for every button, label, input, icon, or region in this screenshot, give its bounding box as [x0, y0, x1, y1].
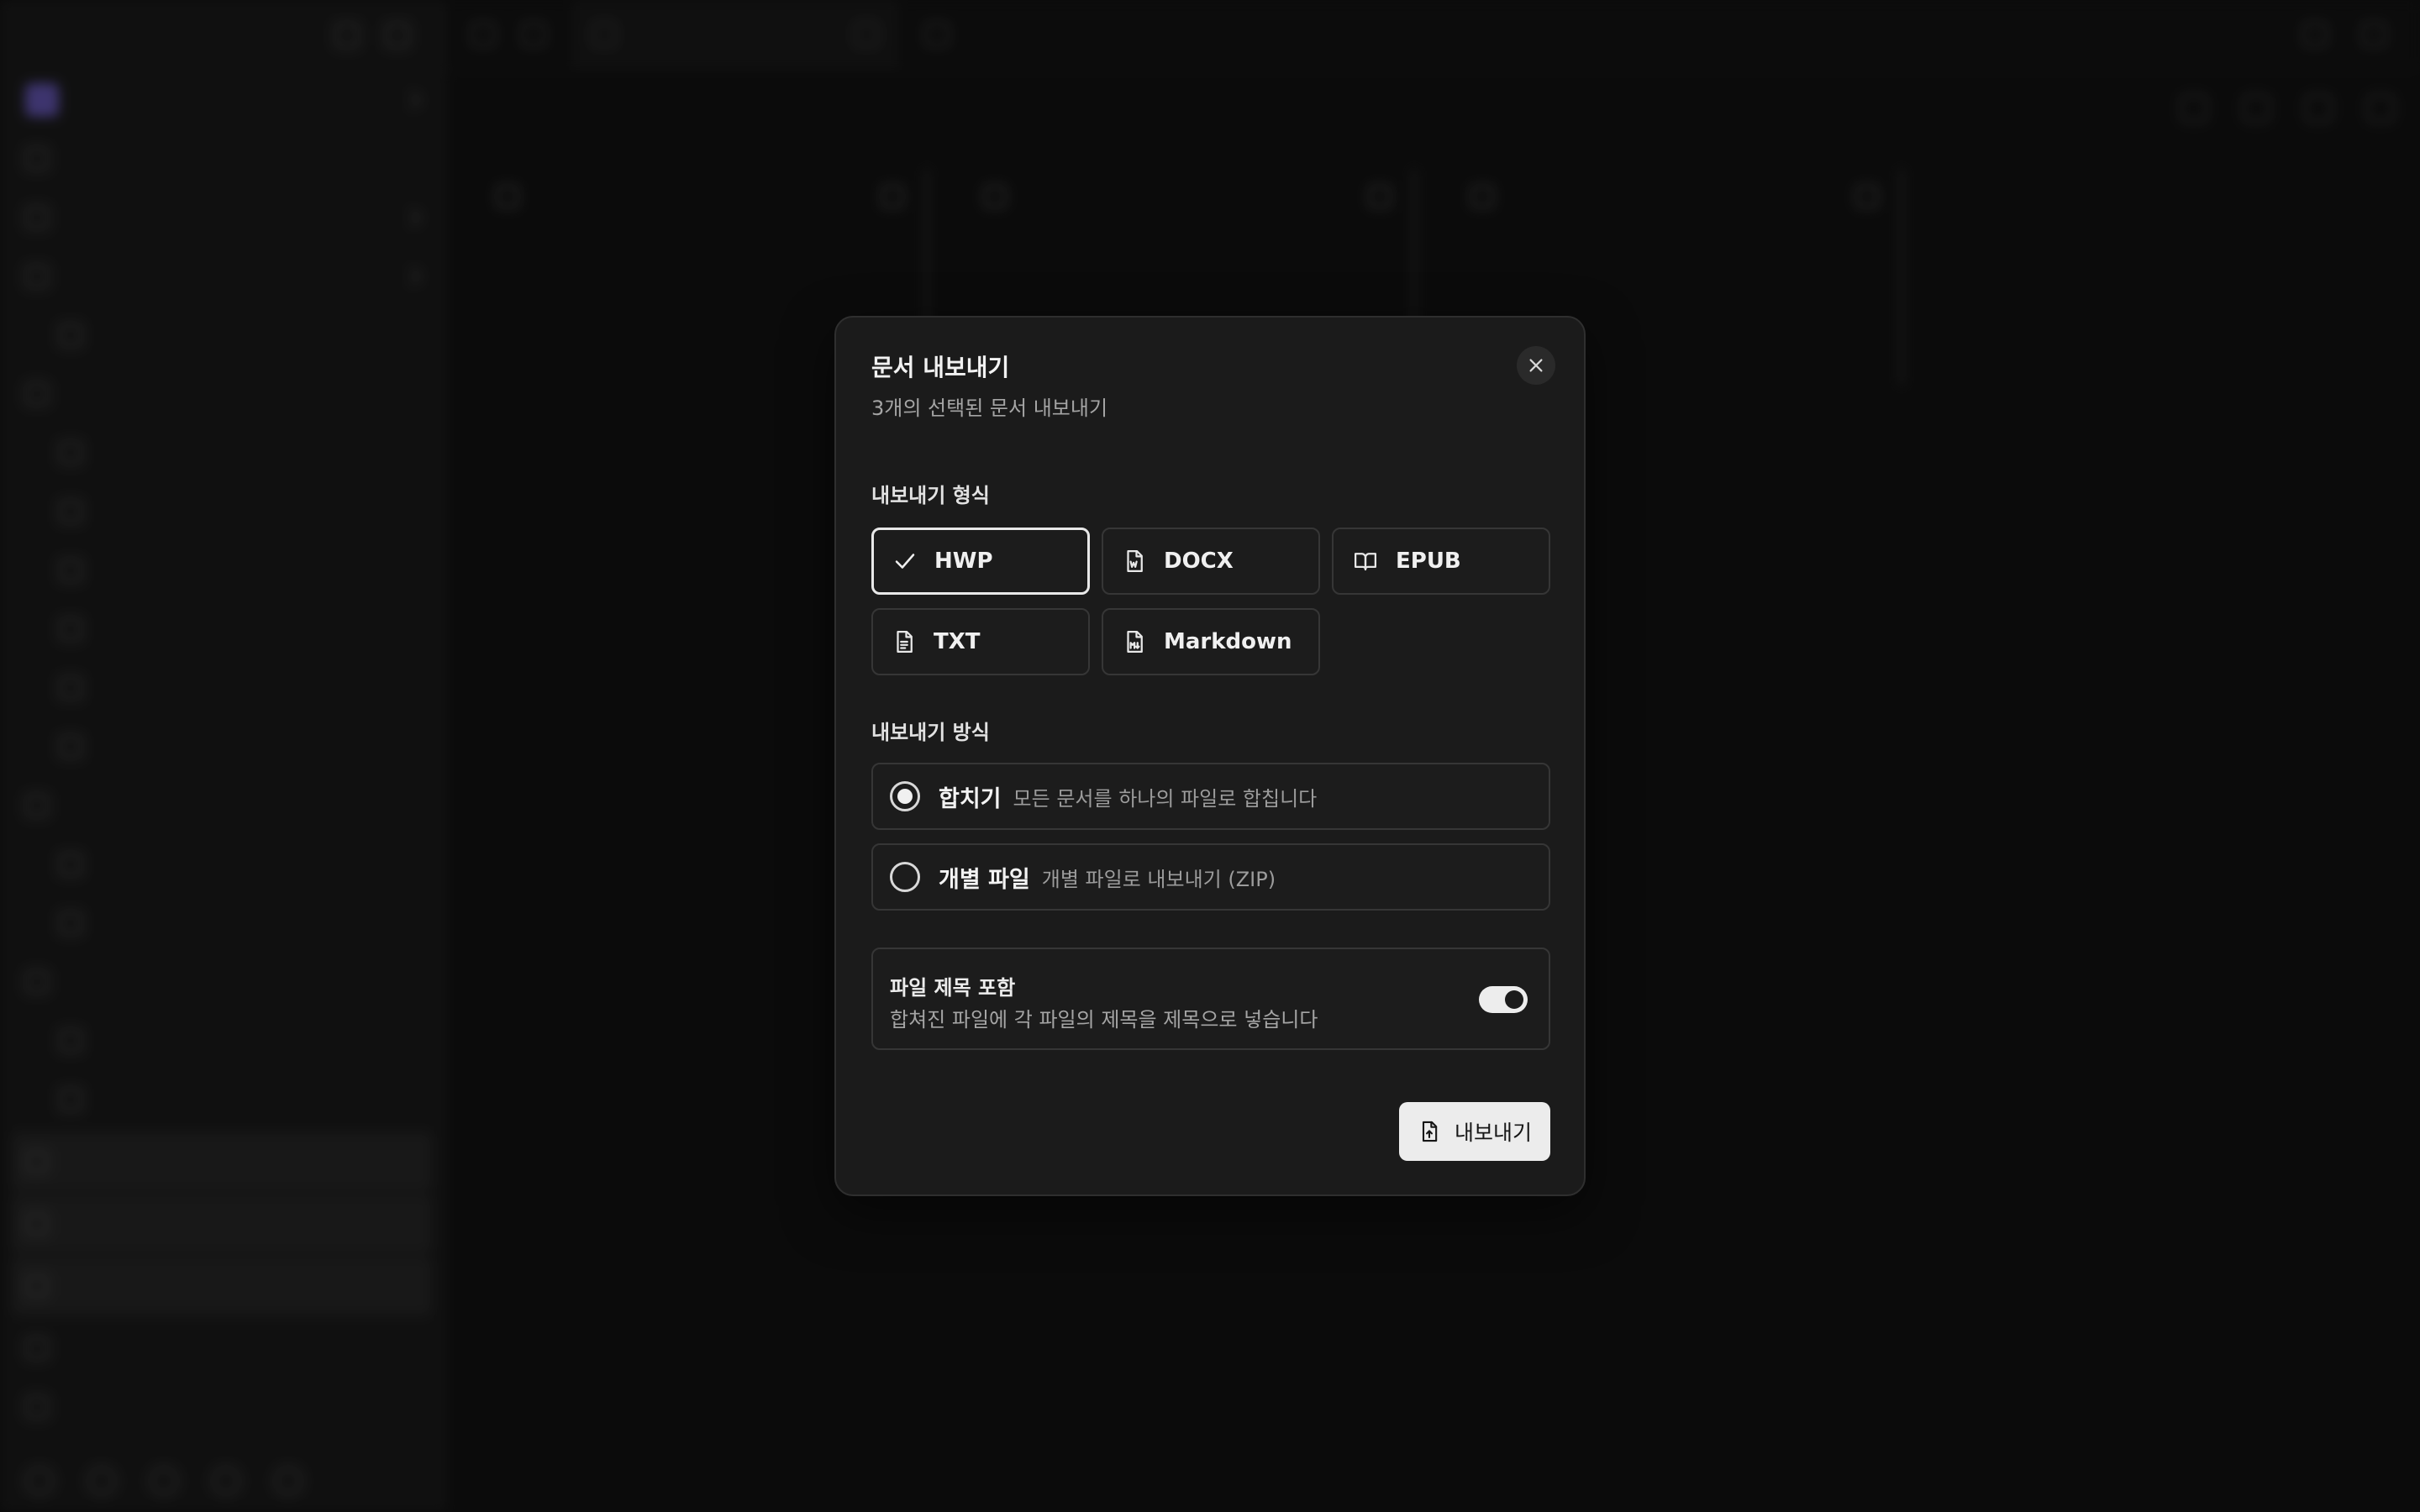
- radio-dot: [897, 789, 913, 804]
- format-option-label: EPUB: [1396, 549, 1461, 574]
- radio-unselected[interactable]: [890, 862, 920, 892]
- method-option-hint: 개별 파일로 내보내기 (ZIP): [1041, 867, 1276, 891]
- file-export-icon: [1422, 1121, 1438, 1142]
- toggle-knob: [1505, 990, 1523, 1009]
- close-button[interactable]: [1517, 346, 1555, 385]
- format-option-hwp[interactable]: HWP: [871, 528, 1090, 595]
- format-option-txt[interactable]: TXT: [871, 608, 1090, 675]
- export-dialog: 문서 내보내기 3개의 선택된 문서 내보내기 내보내기 형식 HWP DOCX…: [834, 316, 1586, 1196]
- format-option-label: HWP: [934, 549, 993, 574]
- format-option-docx[interactable]: DOCX: [1102, 528, 1320, 595]
- method-section-label: 내보내기 방식: [871, 721, 990, 744]
- include-title-description: 합쳐진 파일에 각 파일의 제목을 제목으로 넣습니다: [890, 1008, 1318, 1032]
- include-title-toggle[interactable]: [1479, 986, 1528, 1013]
- method-option-hint: 모든 문서를 하나의 파일로 합칩니다: [1013, 786, 1318, 811]
- include-title-option: 파일 제목 포함 합쳐진 파일에 각 파일의 제목을 제목으로 넣습니다: [871, 948, 1550, 1050]
- close-icon: [1529, 359, 1543, 372]
- method-option-label: 개별 파일: [939, 866, 1030, 893]
- text-file-icon: [897, 631, 913, 653]
- book-open-icon: [1355, 553, 1376, 571]
- method-option-merge[interactable]: 합치기 모든 문서를 하나의 파일로 합칩니다: [871, 763, 1550, 830]
- export-button[interactable]: 내보내기: [1399, 1102, 1550, 1161]
- format-option-label: Markdown: [1164, 629, 1292, 654]
- radio-selected[interactable]: [890, 781, 920, 811]
- format-option-label: DOCX: [1164, 549, 1234, 574]
- format-option-label: TXT: [934, 629, 981, 654]
- method-option-individual[interactable]: 개별 파일 개별 파일로 내보내기 (ZIP): [871, 843, 1550, 911]
- include-title-label: 파일 제목 포함: [890, 976, 1016, 1000]
- markdown-file-icon: [1127, 631, 1143, 653]
- check-icon: [895, 554, 915, 569]
- format-section-label: 내보내기 형식: [871, 484, 990, 507]
- format-option-markdown[interactable]: Markdown: [1102, 608, 1320, 675]
- word-file-icon: [1127, 550, 1143, 572]
- export-button-label: 내보내기: [1454, 1121, 1532, 1145]
- method-option-label: 합치기: [939, 785, 1002, 812]
- dialog-title: 문서 내보내기: [871, 354, 1010, 381]
- format-option-epub[interactable]: EPUB: [1332, 528, 1550, 595]
- dialog-description: 3개의 선택된 문서 내보내기: [871, 396, 1108, 420]
